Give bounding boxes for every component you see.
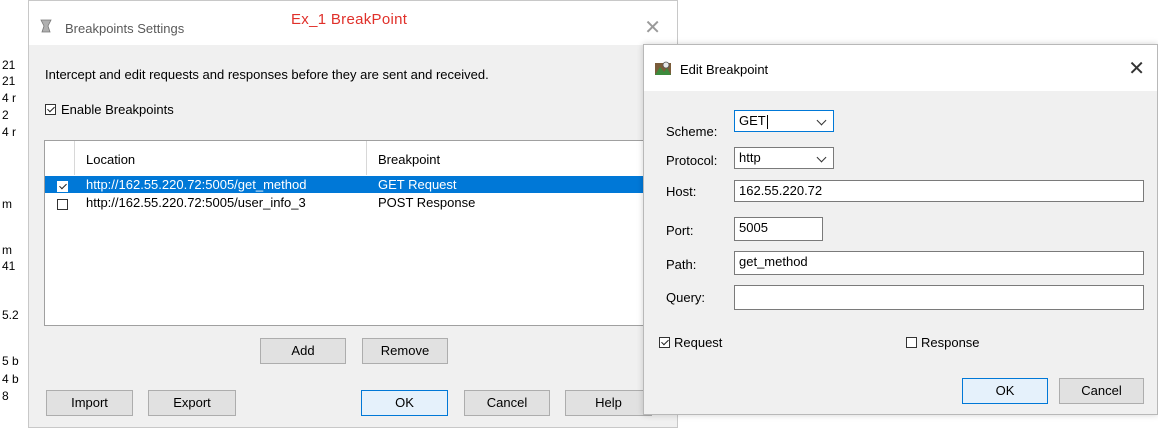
export-button[interactable]: Export — [148, 390, 236, 416]
enable-breakpoints-label: Enable Breakpoints — [61, 102, 174, 118]
protocol-label: Protocol: — [666, 153, 718, 168]
dialog-title: Breakpoints Settings — [65, 21, 185, 36]
cancel-button[interactable]: Cancel — [1059, 378, 1144, 404]
bg-fragment: 5.2 — [2, 308, 19, 322]
enable-breakpoints-checkbox[interactable]: Enable Breakpoints — [45, 101, 174, 117]
bg-fragment: 2 — [2, 108, 9, 122]
checkbox-icon[interactable] — [45, 104, 56, 116]
cancel-button[interactable]: Cancel — [464, 390, 550, 416]
ok-button[interactable]: OK — [361, 390, 448, 416]
column-header-location[interactable]: Location — [74, 141, 367, 175]
bg-fragment: 5 b — [2, 354, 19, 368]
port-label: Port: — [666, 223, 694, 238]
close-icon[interactable]: ✕ — [1128, 56, 1145, 80]
query-field[interactable] — [734, 285, 1144, 310]
checkbox-icon[interactable] — [659, 337, 670, 349]
column-header-breakpoint-label: Breakpoint — [378, 152, 441, 167]
scheme-select[interactable]: GET — [734, 110, 834, 132]
close-icon[interactable]: ✕ — [644, 15, 661, 39]
protocol-select[interactable]: http — [734, 147, 834, 169]
scheme-value: GET — [739, 113, 766, 128]
row-checkbox[interactable] — [57, 181, 68, 193]
row-checkbox[interactable] — [57, 199, 68, 211]
path-label: Path: — [666, 257, 697, 272]
host-label: Host: — [666, 184, 697, 199]
chevron-down-icon — [816, 115, 827, 126]
protocol-value: http — [739, 150, 761, 165]
response-checkbox[interactable]: Response — [906, 334, 980, 350]
scheme-label: Scheme: — [666, 124, 718, 139]
row-location: http://162.55.220.72:5005/user_info_3 — [86, 195, 306, 210]
bg-fragment: 8 — [2, 389, 9, 403]
dialog-title: Edit Breakpoint — [680, 62, 769, 77]
bg-fragment: 21 — [2, 58, 16, 72]
checkbox-icon[interactable] — [906, 337, 917, 349]
bg-fragment: 4 r — [2, 91, 17, 105]
remove-button[interactable]: Remove — [362, 338, 448, 364]
bg-fragment: m — [2, 243, 12, 257]
host-field[interactable]: 162.55.220.72 — [734, 180, 1144, 202]
title-bar: Breakpoints Settings Ex_1 BreakPoint ✕ — [29, 1, 677, 45]
query-label: Query: — [666, 290, 706, 305]
chevron-down-icon — [816, 152, 827, 163]
response-label: Response — [921, 335, 980, 351]
column-header-breakpoint[interactable]: Breakpoint — [366, 141, 661, 175]
ok-button[interactable]: OK — [962, 378, 1048, 404]
add-button[interactable]: Add — [260, 338, 346, 364]
text-caret — [766, 114, 768, 129]
port-field[interactable]: 5005 — [734, 217, 823, 241]
breakpoints-settings-dialog: Breakpoints Settings Ex_1 BreakPoint ✕ I… — [28, 0, 678, 428]
breakpoints-table: Location Breakpoint http://162.55.220.72… — [44, 140, 662, 326]
description-text: Intercept and edit requests and response… — [45, 67, 489, 82]
row-breakpoint: GET Request — [378, 177, 457, 192]
bg-fragment: 21 — [2, 74, 16, 88]
column-header-location-label: Location — [86, 152, 136, 167]
bg-fragment: 4 r — [2, 125, 17, 139]
path-field[interactable]: get_method — [734, 251, 1144, 275]
bg-fragment: 4 b — [2, 372, 19, 386]
app-icon — [39, 18, 55, 34]
table-row[interactable]: http://162.55.220.72:5005/user_info_3 PO… — [45, 194, 661, 211]
table-row[interactable]: http://162.55.220.72:5005/get_method GET… — [45, 176, 661, 193]
request-label: Request — [674, 335, 723, 351]
request-checkbox[interactable]: Request — [659, 334, 722, 350]
background-window-edge: 21 21 4 r 2 4 r m m 41 5.2 5 b 4 b 8 — [0, 0, 30, 428]
app-icon — [654, 59, 672, 77]
column-header-check[interactable] — [45, 141, 75, 175]
import-button[interactable]: Import — [46, 390, 133, 416]
row-breakpoint: POST Response — [378, 195, 476, 210]
row-location: http://162.55.220.72:5005/get_method — [86, 177, 307, 192]
bg-fragment: 41 — [2, 259, 16, 273]
help-button[interactable]: Help — [565, 390, 652, 416]
edit-breakpoint-dialog: Edit Breakpoint ✕ Scheme: GET Protocol: … — [643, 44, 1158, 415]
bg-fragment: m — [2, 197, 12, 211]
annotation-label: Ex_1 BreakPoint — [291, 11, 408, 28]
title-bar: Edit Breakpoint ✕ — [644, 45, 1157, 91]
